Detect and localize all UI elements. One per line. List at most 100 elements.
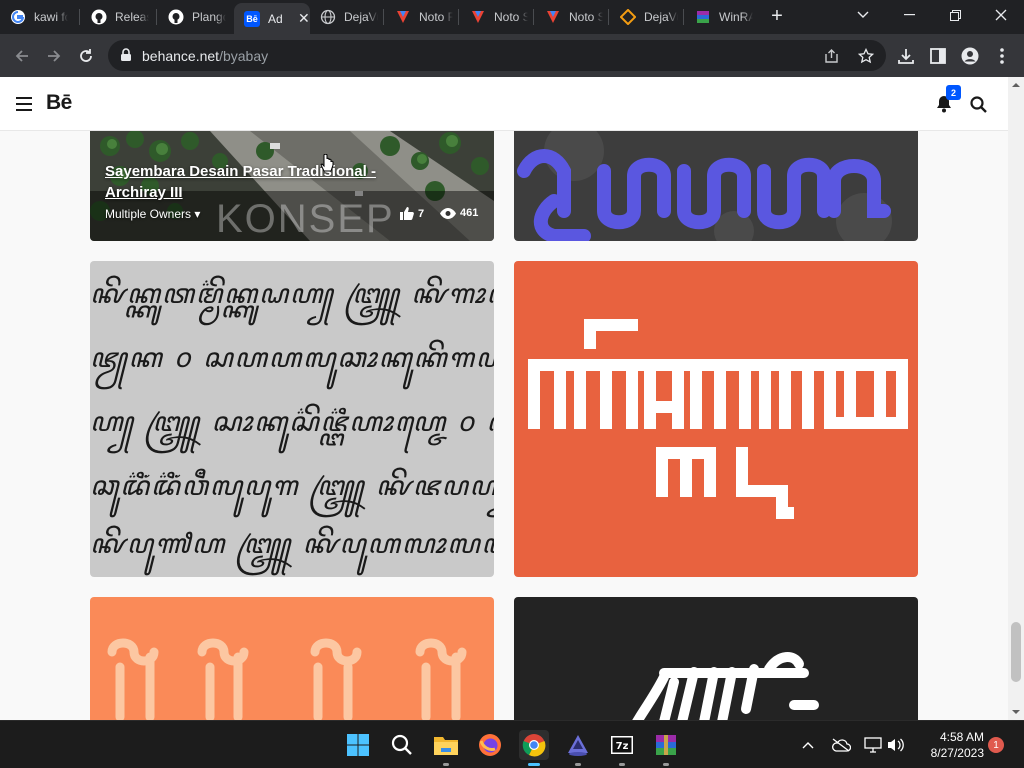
taskbar-winrar[interactable]: [651, 730, 681, 766]
close-tab-icon[interactable]: ✕: [298, 10, 310, 27]
restore-icon: [949, 9, 961, 21]
behance-icon: Bē: [244, 10, 260, 27]
noto-icon: [395, 9, 411, 25]
chevron-down-icon: [857, 11, 869, 18]
search-icon: [391, 734, 412, 755]
minimize-button[interactable]: [886, 0, 932, 30]
tab-noto-3[interactable]: Noto S: [535, 3, 609, 31]
restore-button[interactable]: [932, 0, 978, 30]
project-card-script-specimen[interactable]: ꦑꦼꦏ꧀ꦏꦸꦠꦩ꧀ꦩ꦳ꦼꦏ꧀ꦏꦸꦝꦲ꧀ ꧅ ꦑꦼꦒꦴꦮꦮ ꦗꦾꦏ ꧆ ꦱꦲꦲꦭꦸ…: [90, 261, 494, 577]
thumbnail-overlay-text: KONSEP: [216, 197, 395, 241]
browser-toolbar: behance.net/byabay: [0, 34, 1024, 77]
file-explorer-icon: [434, 737, 458, 755]
reload-icon: [80, 49, 92, 62]
chevron-up-icon: [802, 742, 814, 749]
taskbar-7zip[interactable]: 7z: [607, 730, 637, 766]
star-bookmark-icon[interactable]: [856, 46, 876, 66]
clock-time: 4:58 AM: [939, 730, 984, 744]
quick-settings-button[interactable]: [860, 730, 908, 760]
tab-winrar[interactable]: WinRA: [685, 3, 759, 31]
page-scrollbar[interactable]: [1008, 77, 1024, 720]
profile-icon[interactable]: [960, 46, 980, 66]
cloud-offline-icon: [832, 738, 851, 752]
webpage-viewport: Bē 2 KONSEP Sayembara Desain Pasar Tradi…: [0, 77, 1008, 720]
specimen-line: ꦕꦸꦢ꦳ꦶꦁꦢ꦳ꦶꦁꦮꦷꦭꦸꦥꦸꦒ ꧅ ꦑꦼꦗꦥꦲ꧀: [90, 471, 494, 502]
share-icon[interactable]: [822, 46, 842, 66]
project-card-purple-lettering[interactable]: [514, 131, 918, 241]
arrow-right-icon: [48, 50, 61, 62]
project-thumbnail-salmon-script: [107, 638, 467, 720]
tab-noto-1[interactable]: Noto F: [385, 3, 459, 31]
eye-icon: [440, 207, 456, 219]
network-icon: [864, 737, 882, 753]
views-count: 461: [440, 207, 478, 219]
search-icon[interactable]: [970, 96, 987, 113]
tab-plango[interactable]: Plango: [158, 3, 234, 31]
chrome-icon: [522, 734, 546, 757]
taskbar-search-button[interactable]: [387, 730, 417, 760]
tab-noto-2[interactable]: Noto S: [460, 3, 534, 31]
windows-taskbar: 7z 4:58 AM 8/27/2023 1: [0, 720, 1024, 768]
notification-count-badge[interactable]: 1: [988, 737, 1004, 753]
browser-tab-strip: kawi fo Releas Plango Bē Ad ✕ DejaVu: [0, 0, 1024, 34]
clock-date: 8/27/2023: [930, 746, 984, 760]
hamburger-menu-icon[interactable]: [16, 97, 32, 111]
project-card-geometric-lettering[interactable]: [514, 261, 918, 577]
noto-icon: [470, 9, 486, 25]
reload-button[interactable]: [72, 42, 100, 70]
show-hidden-icons-button[interactable]: [796, 730, 820, 760]
taskbar-clock[interactable]: 4:58 AM 8/27/2023: [914, 729, 984, 761]
mouse-cursor-icon: [320, 154, 334, 172]
tab-search-button[interactable]: [840, 0, 886, 30]
tab-kawi-font[interactable]: kawi fo: [0, 3, 80, 31]
dejavu-icon: [620, 9, 636, 25]
project-thumbnail-dark-script: [632, 652, 819, 720]
project-card-dark-lettering[interactable]: [514, 597, 918, 720]
back-button[interactable]: [8, 42, 36, 70]
globe-icon: [320, 9, 336, 25]
tab-dejavu[interactable]: DejaVu: [310, 3, 384, 31]
menu-kebab-icon[interactable]: [992, 46, 1012, 66]
close-window-button[interactable]: [978, 0, 1024, 30]
taskbar-chrome[interactable]: [519, 730, 549, 766]
specimen-line: ꦲ꧀ ꧅ ꦱꦴꦏꦸꦱ꦳ꦼꦗ꧀ꦔ꦳ꦶꦲꦴꦲ꧀ꦗꦺ ꧆ ꦱꦲꦲ: [90, 407, 494, 438]
taskbar-firefox[interactable]: [475, 730, 505, 760]
project-card-salmon-script[interactable]: [90, 597, 494, 720]
address-bar[interactable]: behance.net/byabay: [108, 40, 886, 71]
winrar-icon: [695, 9, 711, 25]
scroll-down-arrow-icon[interactable]: [1008, 707, 1024, 717]
firefox-icon: [479, 734, 501, 756]
scroll-up-arrow-icon[interactable]: [1008, 80, 1024, 90]
specimen-line: ꦑꦼꦏ꧀ꦏꦸꦠꦩ꧀ꦩ꦳ꦼꦏ꧀ꦏꦸꦝꦲ꧀ ꧅ ꦑꦼꦒꦴꦮꦮ: [90, 279, 494, 310]
taskbar-file-explorer[interactable]: [431, 730, 461, 766]
onedrive-status[interactable]: [828, 730, 854, 760]
forward-button[interactable]: [40, 42, 68, 70]
owners-dropdown[interactable]: Multiple Owners ▾: [105, 207, 200, 221]
project-title-link[interactable]: Sayembara Desain Pasar Tradisional - Arc…: [105, 161, 395, 203]
download-icon[interactable]: [896, 46, 916, 66]
github-icon: [168, 9, 184, 25]
noto-icon: [545, 9, 561, 25]
behance-logo[interactable]: Bē: [46, 91, 72, 115]
close-icon: [995, 9, 1007, 21]
lock-icon: [121, 48, 131, 61]
start-button[interactable]: [343, 730, 373, 760]
tab-behance-active[interactable]: Bē Ad ✕: [234, 3, 310, 34]
tab-dejavu-2[interactable]: DejaVu: [610, 3, 684, 31]
7zip-icon: 7z: [611, 736, 633, 754]
new-tab-button[interactable]: +: [766, 5, 788, 27]
specimen-line: ꦑꦼꦥꦸꦬꦲ ꧅ ꦑꦼꦥꦸꦲꦭꦴꦭꦮꦱꦲꦑꦼꦢꦸ: [90, 529, 494, 560]
side-panel-icon[interactable]: [928, 46, 948, 66]
windows-start-icon: [347, 734, 369, 756]
arrow-left-icon: [15, 50, 28, 62]
scrollbar-thumb[interactable]: [1011, 622, 1021, 682]
tab-releases[interactable]: Releas: [81, 3, 157, 31]
behance-header: Bē 2: [0, 77, 1008, 131]
taskbar-inkscape[interactable]: [563, 730, 593, 766]
project-thumbnail-geometric-script: [528, 319, 908, 519]
github-icon: [91, 9, 107, 25]
winrar-icon: [656, 735, 676, 755]
project-card-pasar-tradisional[interactable]: KONSEP Sayembara Desain Pasar Tradisiona…: [90, 131, 494, 241]
appreciations-count: 7: [400, 207, 424, 220]
project-thumbnail-purple-script: [514, 131, 918, 241]
